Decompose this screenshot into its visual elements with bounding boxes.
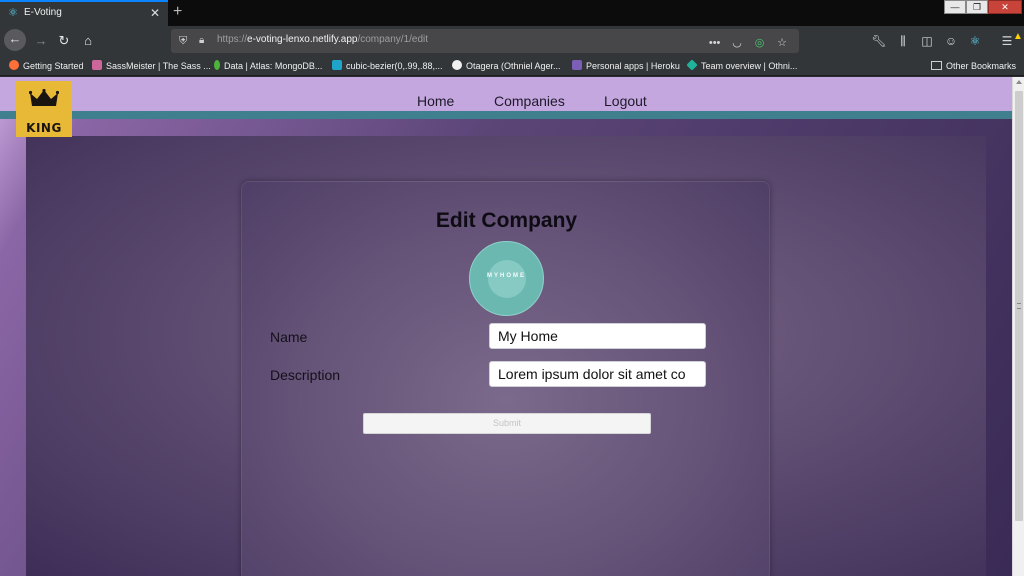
heroku-icon xyxy=(572,60,582,70)
bookmark-label: Team overview | Othni... xyxy=(701,61,798,71)
back-button[interactable]: ← xyxy=(4,29,26,51)
page-title: Edit Company xyxy=(435,209,578,232)
cubic-bezier-icon xyxy=(332,60,342,70)
nav-link-companies[interactable]: Companies xyxy=(494,93,565,113)
page-actions-icon[interactable]: ••• xyxy=(706,35,724,51)
bookmark-item[interactable]: cubic-bezier(0,.99,.88,... xyxy=(332,59,443,73)
company-logo-text: MYHOME xyxy=(487,273,526,279)
site-logo[interactable]: KING xyxy=(16,81,72,137)
address-bar[interactable]: ⛨ 🔒︎ https://e-voting-lenxo.netlify.app/… xyxy=(171,29,799,53)
crown-icon xyxy=(29,89,59,106)
arrow-left-icon: ← xyxy=(8,31,22,46)
library-icon[interactable]: ⫼ xyxy=(894,33,912,49)
bookmark-item[interactable]: Team overview | Othni... xyxy=(686,59,798,73)
name-label: Name xyxy=(270,329,308,345)
description-label: Description xyxy=(270,367,341,383)
home-button[interactable]: ⌂ xyxy=(77,31,99,51)
tab-title: E-Voting xyxy=(24,7,62,18)
react-icon: ⚛ xyxy=(8,7,18,19)
account-icon[interactable]: ☺ xyxy=(942,33,960,49)
bookmark-label: cubic-bezier(0,.99,.88,... xyxy=(346,61,443,71)
diamond-icon xyxy=(686,59,698,71)
bookmark-label: SassMeister | The Sass ... xyxy=(106,61,211,71)
github-icon xyxy=(452,60,462,70)
nav-link-home[interactable]: Home xyxy=(417,93,454,113)
extension-icon[interactable]: ◎ xyxy=(751,35,769,51)
page-scrollbar[interactable] xyxy=(1012,77,1024,576)
bookmark-item[interactable]: Personal apps | Heroku xyxy=(572,59,680,73)
company-logo: MYHOME xyxy=(469,241,544,316)
react-devtools-icon[interactable]: ⚛ xyxy=(966,33,984,49)
lock-icon[interactable]: 🔒︎ xyxy=(199,33,213,49)
bookmark-label: Data | Atlas: MongoDB... xyxy=(224,61,323,71)
sassmeister-icon xyxy=(92,60,102,70)
tracking-shield-icon[interactable]: ⛨ xyxy=(179,33,193,49)
bookmark-item[interactable]: Getting Started xyxy=(9,59,84,73)
company-logo-inner xyxy=(488,260,526,298)
bookmark-item[interactable]: Data | Atlas: MongoDB... xyxy=(214,59,322,73)
scroll-up-icon[interactable] xyxy=(1016,80,1022,84)
other-bookmarks-label: Other Bookmarks xyxy=(945,61,1016,71)
submit-button[interactable]: Submit xyxy=(363,413,651,434)
arrow-right-icon: → xyxy=(34,33,48,48)
url-actions: ••• ◡ ◎ ☆ xyxy=(706,33,791,49)
browser-toolbar: ← → ↻ ⌂ ⛨ 🔒︎ https://e-voting-lenxo.netl… xyxy=(0,26,1024,56)
page-viewport: Home Companies Logout KING Edit Company … xyxy=(0,77,1012,576)
nav-link-logout[interactable]: Logout xyxy=(604,93,647,113)
url-path: /company/1/edit xyxy=(357,34,429,45)
pocket-icon[interactable]: ◡ xyxy=(728,35,746,51)
bookmark-item[interactable]: Otagera (Othniel Ager... xyxy=(452,59,561,73)
folder-icon xyxy=(930,61,942,70)
wrench-icon[interactable]: 🔧︎ xyxy=(870,33,888,49)
browser-tab[interactable]: ⚛ E-Voting ✕ xyxy=(0,0,168,26)
bookmark-label: Personal apps | Heroku xyxy=(586,61,680,71)
bookmark-star-icon[interactable]: ☆ xyxy=(773,35,791,51)
name-field[interactable]: My Home xyxy=(489,323,706,349)
other-bookmarks[interactable]: Other Bookmarks xyxy=(930,59,1016,73)
bookmarks-bar: Getting Started SassMeister | The Sass .… xyxy=(0,56,1024,76)
bookmark-item[interactable]: SassMeister | The Sass ... xyxy=(92,59,211,73)
home-icon: ⌂ xyxy=(84,33,92,48)
close-tab-icon[interactable]: ✕ xyxy=(150,6,160,20)
url-scheme: https:// xyxy=(217,34,248,45)
bookmark-label: Otagera (Othniel Ager... xyxy=(466,61,561,71)
logo-text: KING xyxy=(26,121,62,135)
sidebar-icon[interactable]: ◫ xyxy=(918,33,936,49)
reload-button[interactable]: ↻ xyxy=(53,31,75,51)
forward-button[interactable]: → xyxy=(30,31,52,51)
close-window-button[interactable]: ✕ xyxy=(988,0,1022,14)
url-text[interactable]: https://e-voting-lenxo.netlify.app/compa… xyxy=(217,34,428,45)
edit-company-card: Edit Company MYHOME Name My Home Descrip… xyxy=(241,181,770,576)
description-field[interactable]: Lorem ipsum dolor sit amet co xyxy=(489,361,706,387)
warning-icon: ▲ xyxy=(1013,31,1023,42)
browser-titlebar: ⚛ E-Voting ✕ + — ❐ ✕ xyxy=(0,0,1024,26)
site-header: Home Companies Logout xyxy=(0,77,1012,119)
scrollbar-grip xyxy=(1017,303,1021,309)
url-host: e-voting-lenxo.netlify.app xyxy=(247,34,358,45)
mongodb-leaf-icon xyxy=(214,60,220,70)
minimize-window-button[interactable]: — xyxy=(944,0,966,14)
new-tab-icon[interactable]: + xyxy=(173,3,182,21)
bookmark-label: Getting Started xyxy=(23,61,84,71)
restore-window-button[interactable]: ❐ xyxy=(966,0,988,14)
reload-icon: ↻ xyxy=(58,33,70,48)
firefox-icon xyxy=(9,60,19,70)
